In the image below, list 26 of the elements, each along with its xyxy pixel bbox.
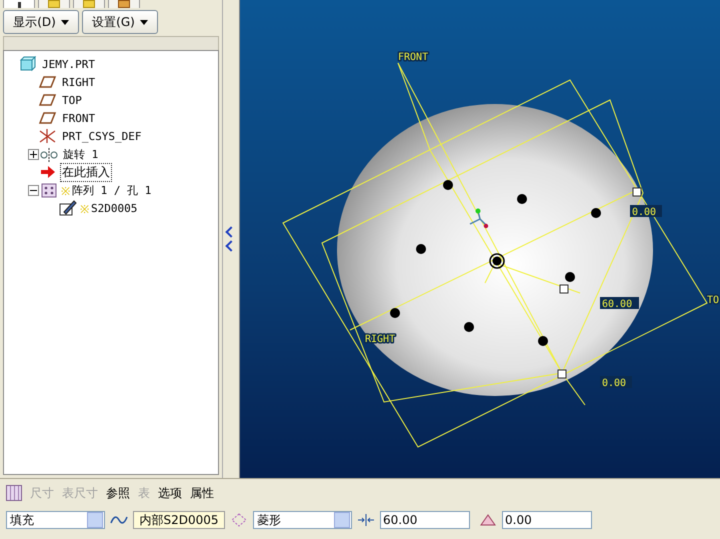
tree-item[interactable]: S2D0005 [89,200,140,216]
dimension-value[interactable]: 0.00 [632,207,656,218]
plane-label: TO [707,295,720,306]
modified-mark: ※ [61,184,70,198]
dimension-value[interactable]: 0.00 [602,378,626,389]
tree-item[interactable]: TOP [60,92,84,108]
value-field[interactable]: 0.00 [502,511,592,529]
plane-label: FRONT [398,52,428,63]
dashboard-tab[interactable]: 参照 [106,484,130,502]
tree-item[interactable]: RIGHT [60,74,98,90]
tree-item[interactable]: FRONT [60,110,98,126]
dimension-value[interactable]: 60.00 [602,299,632,310]
tree-item[interactable]: 旋转 1 [61,146,100,162]
dropdown[interactable]: 菱形 [253,511,352,529]
value-field[interactable]: 60.00 [380,511,470,529]
dashboard-tab[interactable]: 选项 [158,484,182,502]
tree-item[interactable]: 在此插入 [60,162,112,182]
reference-collector[interactable]: 内部S2D0005 [133,511,225,529]
dropdown[interactable]: 填充 [6,511,105,529]
modified-mark: ※ [80,202,89,216]
tree-item[interactable]: JEMY.PRT [40,56,97,72]
tree-item[interactable]: PRT_CSYS_DEF [60,128,144,144]
menu-button[interactable]: 设置(G) [82,10,158,34]
tree-item[interactable]: 阵列 1 / 孔 1 [70,182,154,198]
dashboard-tab[interactable]: 属性 [190,484,214,502]
menu-button[interactable]: 显示(D) [3,10,79,34]
